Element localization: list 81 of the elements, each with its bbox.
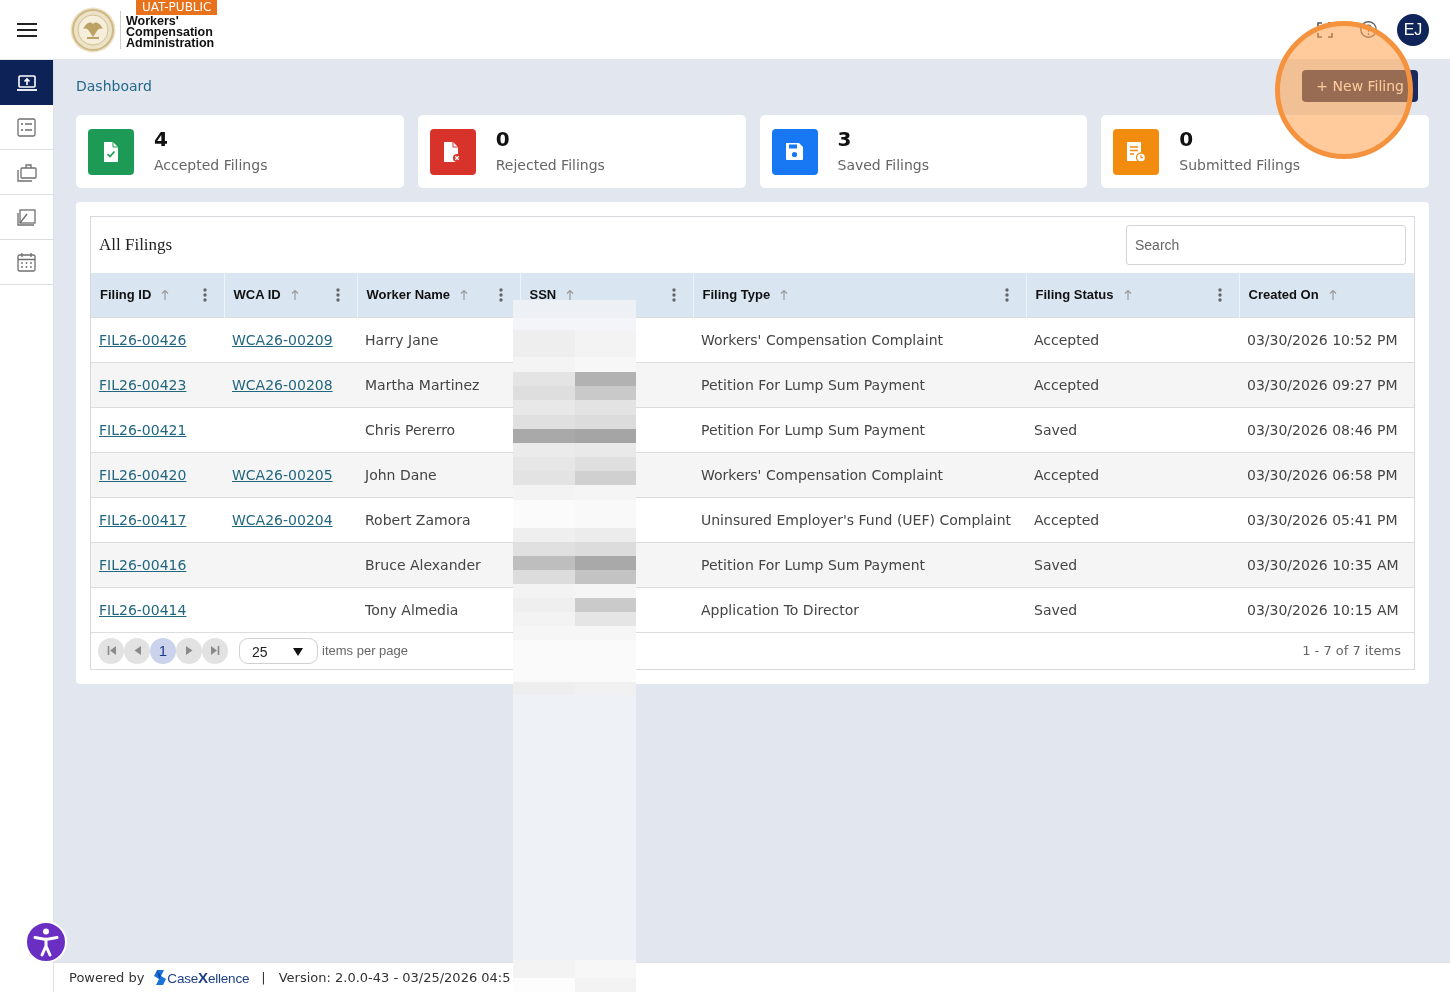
last-page-button[interactable] xyxy=(202,637,228,664)
table-cell: Saved xyxy=(1026,587,1239,632)
skip-back-icon xyxy=(106,646,116,655)
column-heading[interactable]: Filing ID xyxy=(100,287,152,303)
filing-id-link[interactable]: FIL26-00426 xyxy=(99,331,187,348)
briefcase-icon xyxy=(16,162,37,182)
menu-icon[interactable] xyxy=(17,22,37,37)
sort-arrow-icon[interactable] xyxy=(566,289,575,301)
stat-label: Accepted Filings xyxy=(154,155,268,175)
kebab-menu-icon[interactable] xyxy=(1004,287,1009,302)
picture-card-icon xyxy=(17,208,36,226)
first-page-button[interactable] xyxy=(98,637,124,664)
sort-arrow-icon[interactable] xyxy=(780,289,789,301)
column-heading[interactable]: Created On xyxy=(1248,287,1319,303)
triangle-right-icon xyxy=(184,646,194,655)
stat-count: 0 xyxy=(495,128,511,149)
sort-arrow-icon[interactable] xyxy=(1123,289,1132,301)
stat-count: 4 xyxy=(154,128,169,149)
table-cell: 03/30/2026 09:27 PM xyxy=(1239,362,1414,407)
help-icon[interactable] xyxy=(1360,21,1377,38)
checklist-icon xyxy=(17,117,36,137)
sidebar-item[interactable] xyxy=(0,60,53,105)
sort-arrow-icon[interactable] xyxy=(161,289,170,301)
calendar-icon xyxy=(17,252,36,272)
table-cell: Saved xyxy=(1026,542,1239,587)
next-page-button[interactable] xyxy=(176,637,202,664)
brand-logo-icon xyxy=(154,970,167,985)
kebab-menu-icon[interactable] xyxy=(1217,287,1222,302)
column-heading[interactable]: SSN xyxy=(529,287,557,303)
table-cell: Petition For Lump Sum Payment xyxy=(693,542,1026,587)
table-cell: Accepted xyxy=(1026,452,1239,497)
table-cell: Workers' Compensation Complaint xyxy=(693,452,1026,497)
filing-id-link[interactable]: FIL26-00417 xyxy=(99,511,187,528)
stat-label: Rejected Filings xyxy=(495,155,605,175)
table-cell: Petition For Lump Sum Payment xyxy=(693,362,1026,407)
expand-icon[interactable] xyxy=(1317,21,1333,38)
kebab-menu-icon[interactable] xyxy=(671,287,676,302)
sort-arrow-icon[interactable] xyxy=(1328,289,1337,301)
table-cell: 03/30/2026 06:58 PM xyxy=(1239,452,1414,497)
wca-id-link[interactable]: WCA26-00209 xyxy=(232,331,333,348)
kebab-menu-icon[interactable] xyxy=(335,287,340,302)
stat-count: 3 xyxy=(837,128,853,149)
wca-id-link[interactable]: WCA26-00204 xyxy=(232,511,333,528)
filing-id-link[interactable]: FIL26-00414 xyxy=(99,601,187,618)
stat-label: Saved Filings xyxy=(837,155,929,175)
triangle-left-icon xyxy=(132,646,142,655)
page-size-dropdown[interactable]: 25 xyxy=(239,637,318,664)
skip-forward-icon xyxy=(210,646,220,655)
stat-count: 0 xyxy=(1179,128,1195,149)
stat-label: Submitted Filings xyxy=(1179,155,1301,175)
column-heading[interactable]: Worker Name xyxy=(366,287,451,303)
caret-icon xyxy=(293,647,303,656)
column-heading[interactable]: Filing Type xyxy=(702,287,771,303)
kebab-menu-icon[interactable] xyxy=(202,287,207,302)
table-cell: Application To Director xyxy=(693,587,1026,632)
seal-logo xyxy=(70,6,116,53)
environment-badge: UAT-PUBLIC xyxy=(136,0,218,15)
filing-id-link[interactable]: FIL26-00421 xyxy=(99,421,187,438)
user-avatar[interactable]: EJ xyxy=(1397,13,1429,46)
column-heading[interactable]: WCA ID xyxy=(233,287,281,303)
sort-arrow-icon[interactable] xyxy=(290,289,299,301)
page-button[interactable]: 1 xyxy=(150,637,176,664)
kebab-menu-icon[interactable] xyxy=(498,287,503,302)
column-heading[interactable]: Filing Status xyxy=(1035,287,1114,303)
table-cell: Accepted xyxy=(1026,362,1239,407)
separator-text: | xyxy=(261,970,266,985)
search-field[interactable]: Search xyxy=(1126,225,1406,265)
table-title: All Filings xyxy=(99,235,173,255)
accessibility-icon[interactable] xyxy=(25,921,67,963)
brand-name: CaseXellence xyxy=(167,969,250,986)
agency-name: Workers' Compensation Administration xyxy=(126,16,215,49)
version-text: Version: 2.0.0-43 - 03/25/2026 04:5 xyxy=(278,970,511,985)
pagination-summary: 1 - 7 of 7 items xyxy=(1302,643,1401,658)
previous-page-button[interactable] xyxy=(124,637,150,664)
table-cell: 03/30/2026 10:15 AM xyxy=(1239,587,1414,632)
upload-monitor-icon xyxy=(16,73,37,91)
page-size-label: items per page xyxy=(322,643,408,658)
breadcrumb-link[interactable]: Dashboard xyxy=(76,78,152,94)
powered-by-label: Powered by xyxy=(69,970,145,985)
sort-arrow-icon[interactable] xyxy=(460,289,469,301)
table-cell: 03/30/2026 10:35 AM xyxy=(1239,542,1414,587)
